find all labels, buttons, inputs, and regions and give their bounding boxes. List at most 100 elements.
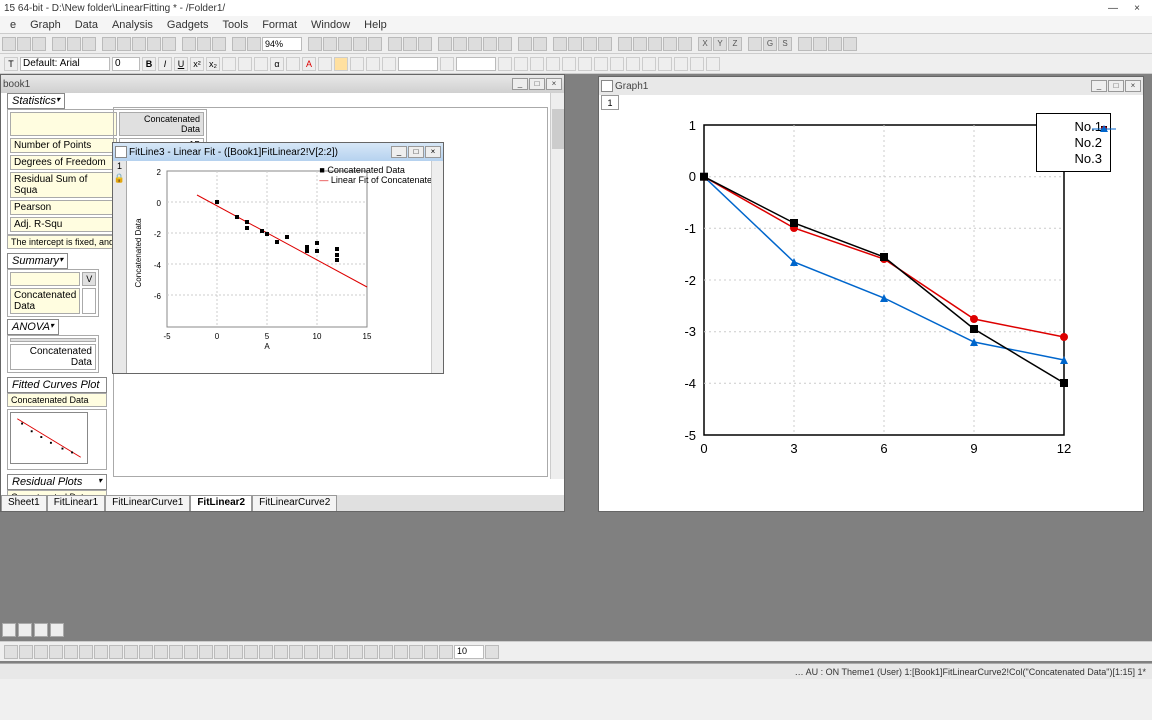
tool-button[interactable] bbox=[244, 645, 258, 659]
toolbar-button[interactable] bbox=[147, 37, 161, 51]
toolbar-button[interactable] bbox=[553, 37, 567, 51]
format-button[interactable] bbox=[514, 57, 528, 71]
toolbar-button[interactable] bbox=[338, 37, 352, 51]
format-button[interactable] bbox=[382, 57, 396, 71]
toolbar-button[interactable] bbox=[388, 37, 402, 51]
minimize-button[interactable]: — bbox=[1102, 3, 1124, 14]
toolbar-button[interactable] bbox=[828, 37, 842, 51]
tool-button[interactable] bbox=[124, 645, 138, 659]
toolbar-button[interactable] bbox=[247, 37, 261, 51]
toolbar-button[interactable] bbox=[678, 37, 692, 51]
font-size-input[interactable]: 0 bbox=[112, 57, 140, 71]
format-button[interactable] bbox=[562, 57, 576, 71]
tool-button[interactable] bbox=[109, 645, 123, 659]
layer-tab[interactable]: 1 bbox=[601, 95, 619, 110]
size-input[interactable]: 10 bbox=[454, 645, 484, 659]
toolbar-button[interactable] bbox=[323, 37, 337, 51]
maximize-icon[interactable]: □ bbox=[529, 78, 545, 90]
toolbar-button[interactable] bbox=[232, 37, 246, 51]
superscript-button[interactable]: x² bbox=[190, 57, 204, 71]
toolbar-button[interactable] bbox=[518, 37, 532, 51]
tool-button[interactable] bbox=[19, 645, 33, 659]
greek-button[interactable]: α bbox=[270, 57, 284, 71]
tool-button[interactable] bbox=[199, 645, 213, 659]
line-style-select[interactable] bbox=[398, 57, 438, 71]
format-button[interactable] bbox=[546, 57, 560, 71]
toolbar-button[interactable] bbox=[308, 37, 322, 51]
toolbar-button[interactable] bbox=[748, 37, 762, 51]
tool-button[interactable] bbox=[274, 645, 288, 659]
toolbar-button[interactable] bbox=[598, 37, 612, 51]
tool-button[interactable] bbox=[139, 645, 153, 659]
menu-tools[interactable]: Tools bbox=[217, 17, 255, 33]
menu-data[interactable]: Data bbox=[69, 17, 104, 33]
menu-file[interactable]: e bbox=[4, 17, 22, 33]
tool-button[interactable] bbox=[169, 645, 183, 659]
toolbar-button[interactable] bbox=[533, 37, 547, 51]
format-button[interactable] bbox=[626, 57, 640, 71]
format-button[interactable] bbox=[366, 57, 380, 71]
g-icon[interactable]: G bbox=[763, 37, 777, 51]
underline-button[interactable]: U bbox=[174, 57, 188, 71]
format-button[interactable] bbox=[610, 57, 624, 71]
tab-sheet1[interactable]: Sheet1 bbox=[1, 495, 47, 511]
toolbar-button[interactable] bbox=[568, 37, 582, 51]
graph1-legend[interactable]: No.1 No.2 No.3 bbox=[1036, 113, 1111, 172]
toolbar-button[interactable] bbox=[583, 37, 597, 51]
minimize-icon[interactable]: _ bbox=[391, 146, 407, 158]
toolbar-button[interactable] bbox=[648, 37, 662, 51]
close-icon[interactable]: × bbox=[546, 78, 562, 90]
fitted-curves-header[interactable]: Fitted Curves Plot bbox=[7, 377, 107, 393]
toolbar-button[interactable] bbox=[197, 37, 211, 51]
toolbar-button[interactable] bbox=[2, 37, 16, 51]
font-color-button[interactable]: A bbox=[302, 57, 316, 71]
dropdown-arrow-icon[interactable]: ▾ bbox=[98, 476, 102, 485]
close-icon[interactable]: × bbox=[425, 146, 441, 158]
minimize-icon[interactable]: _ bbox=[512, 78, 528, 90]
toolbar-button[interactable] bbox=[17, 37, 31, 51]
fill-color-button[interactable] bbox=[334, 57, 348, 71]
menu-help[interactable]: Help bbox=[358, 17, 393, 33]
tab-fitlinearcurve2[interactable]: FitLinearCurve2 bbox=[252, 495, 337, 511]
zoom-input[interactable]: 94% bbox=[262, 37, 302, 51]
tool-button[interactable] bbox=[364, 645, 378, 659]
fitline3-titlebar[interactable]: FitLine3 - Linear Fit - ([Book1]FitLinea… bbox=[113, 143, 443, 161]
tool-button[interactable] bbox=[184, 645, 198, 659]
italic-button[interactable]: I bbox=[158, 57, 172, 71]
toolbar-button[interactable] bbox=[798, 37, 812, 51]
x-icon[interactable]: X bbox=[698, 37, 712, 51]
fitted-curve-thumbnail[interactable] bbox=[7, 409, 107, 470]
tab-fitlinear2[interactable]: FitLinear2 bbox=[190, 495, 252, 511]
toolbar-button[interactable] bbox=[498, 37, 512, 51]
tool-button[interactable] bbox=[2, 623, 16, 637]
line-width-select[interactable] bbox=[456, 57, 496, 71]
format-button[interactable] bbox=[690, 57, 704, 71]
toolbar-button[interactable] bbox=[353, 37, 367, 51]
vertical-scrollbar[interactable] bbox=[550, 93, 564, 479]
toolbar-button[interactable] bbox=[132, 37, 146, 51]
dropdown-arrow-icon[interactable]: ▾ bbox=[56, 95, 60, 104]
menu-analysis[interactable]: Analysis bbox=[106, 17, 159, 33]
tool-button[interactable] bbox=[334, 645, 348, 659]
toolbar-button[interactable] bbox=[182, 37, 196, 51]
tool-button[interactable] bbox=[289, 645, 303, 659]
vertical-scrollbar[interactable] bbox=[431, 161, 443, 373]
toolbar-button[interactable] bbox=[32, 37, 46, 51]
tool-button[interactable] bbox=[4, 645, 18, 659]
tool-button[interactable] bbox=[34, 645, 48, 659]
y-icon[interactable]: Y bbox=[713, 37, 727, 51]
tool-button[interactable] bbox=[49, 645, 63, 659]
tool-button[interactable] bbox=[50, 623, 64, 637]
format-button[interactable] bbox=[440, 57, 454, 71]
toolbar-button[interactable] bbox=[162, 37, 176, 51]
residual-plots-header[interactable]: Residual Plots ▾ bbox=[7, 474, 107, 490]
toolbar-button[interactable] bbox=[813, 37, 827, 51]
tool-button[interactable] bbox=[229, 645, 243, 659]
format-button[interactable] bbox=[286, 57, 300, 71]
menu-graph[interactable]: Graph bbox=[24, 17, 67, 33]
format-button[interactable] bbox=[318, 57, 332, 71]
toolbar-button[interactable] bbox=[843, 37, 857, 51]
tool-button[interactable] bbox=[94, 645, 108, 659]
bold-button[interactable]: B bbox=[142, 57, 156, 71]
toolbar-button[interactable] bbox=[403, 37, 417, 51]
